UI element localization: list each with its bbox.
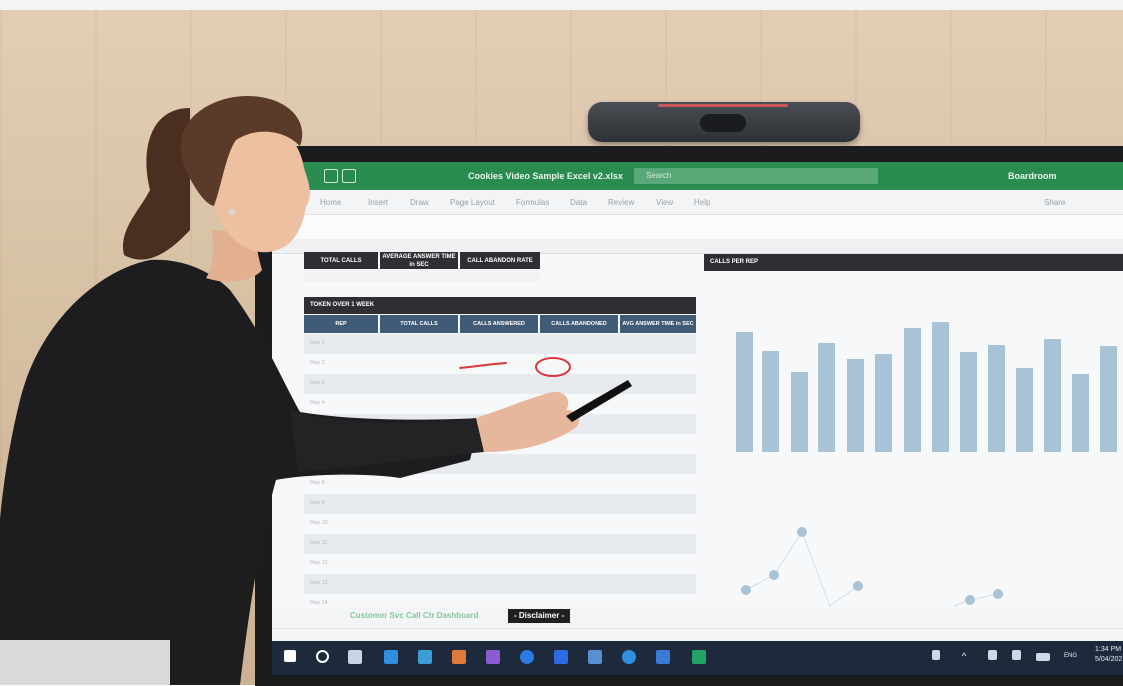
chevron-up-icon[interactable]: ^: [962, 651, 976, 665]
chart-bar: [818, 343, 835, 452]
camera-lens: [700, 114, 746, 132]
chart-point: [741, 585, 751, 595]
excel-icon[interactable]: [692, 650, 706, 664]
trousers: [0, 640, 170, 685]
chart-bar: [847, 359, 864, 452]
chart-point: [853, 581, 863, 591]
chart-bar: [1016, 368, 1033, 452]
line-chart-svg: [745, 530, 999, 607]
earring: [229, 209, 235, 215]
language-indicator[interactable]: ENG: [1064, 653, 1077, 659]
teams-icon[interactable]: [656, 650, 670, 664]
tab-view[interactable]: View: [656, 198, 673, 207]
user-name[interactable]: Boardroom: [1008, 171, 1057, 181]
chart-bar: [960, 352, 977, 452]
line-chart: [704, 502, 1123, 612]
chart-title: CALLS PER REP: [704, 254, 1123, 271]
chart-bar: [1044, 339, 1061, 452]
chart-bar: [736, 332, 753, 452]
chart-point: [965, 595, 975, 605]
chart-point: [769, 570, 779, 580]
chart-bar: [904, 328, 921, 452]
share-button[interactable]: Share: [1044, 198, 1065, 207]
marker-pen: [566, 380, 632, 422]
hand: [476, 391, 580, 452]
taskbar-clock[interactable]: 1:34 PM 5/04/2021: [1095, 645, 1123, 665]
camera-indicator-light: [658, 104, 788, 107]
chart-point: [797, 527, 807, 537]
chart-bar: [1072, 374, 1089, 452]
keyboard-icon[interactable]: [1036, 653, 1050, 661]
trend-line: [745, 530, 859, 607]
ceiling-strip: [0, 0, 1123, 10]
black-blazer: [0, 259, 480, 685]
pen-icon[interactable]: [932, 650, 940, 660]
chart-bar: [791, 372, 808, 452]
chart-point: [993, 589, 1003, 599]
volume-icon[interactable]: [1012, 650, 1021, 660]
chart-bar: [988, 345, 1005, 452]
chart-bar: [1100, 346, 1117, 452]
clock-date: 5/04/2021: [1095, 656, 1123, 663]
search-box[interactable]: Search: [634, 168, 878, 184]
presenter-woman: [0, 96, 632, 685]
tab-help[interactable]: Help: [694, 198, 710, 207]
chart-bar: [932, 322, 949, 452]
trend-line: [953, 593, 999, 607]
hair-ponytail: [122, 108, 190, 260]
clock-time: 1:34 PM: [1095, 646, 1122, 653]
chart-bar: [875, 354, 892, 452]
bar-chart: [704, 272, 1123, 452]
network-icon[interactable]: [988, 650, 997, 660]
chart-bar: [762, 351, 779, 452]
